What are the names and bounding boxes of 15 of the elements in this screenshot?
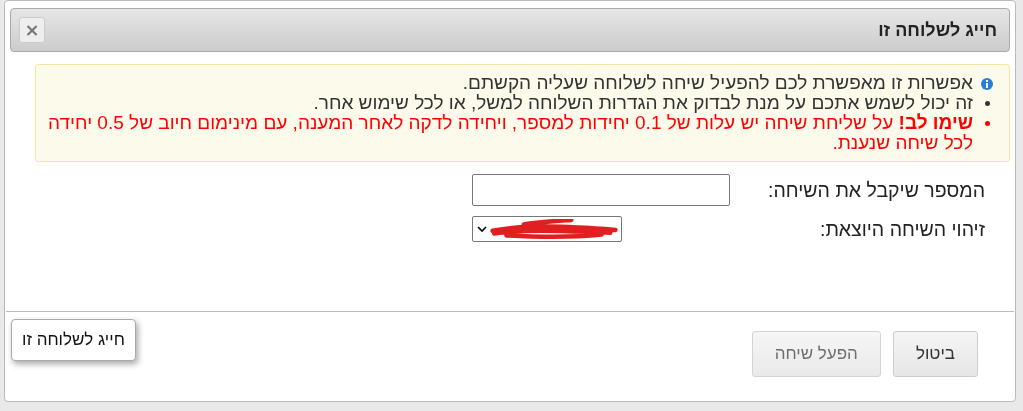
notice-text: אפשרות זו מאפשרת לכם להפעיל שיחה לשלוחה שעליה הקשתם. bbox=[462, 73, 973, 93]
tooltip: חייג לשלוחה זו bbox=[11, 319, 136, 361]
bullet-icon bbox=[985, 101, 990, 106]
caller-id-select[interactable] bbox=[472, 216, 622, 242]
field-label: זיהוי השיחה היוצאת: bbox=[818, 217, 985, 241]
close-button[interactable]: × bbox=[19, 17, 45, 43]
dialog-title: חייג לשלוחה זו bbox=[878, 19, 997, 41]
notice-text: שימו לב! על שליחת שיחה יש עלות של 0.1 יחידות למספר, ויחידה לדקה לאחר המענה, עם מינימום חיוב של 0.5 יחידה לכל שיחה שנענת. bbox=[47, 113, 973, 153]
phone-number-field[interactable] bbox=[472, 174, 730, 206]
bullet-icon bbox=[985, 121, 990, 126]
info-icon bbox=[981, 78, 993, 90]
notice-text: זה יכול לשמש אתכם על מנת לבדוק את הגדרות השלוחה למשל, או לכל שימוש אחר. bbox=[313, 93, 973, 113]
field-label: המספר שיקבל את השיחה: bbox=[767, 178, 985, 202]
dialog-button[interactable]: ביטול bbox=[892, 331, 978, 377]
caret-icon bbox=[477, 225, 487, 233]
